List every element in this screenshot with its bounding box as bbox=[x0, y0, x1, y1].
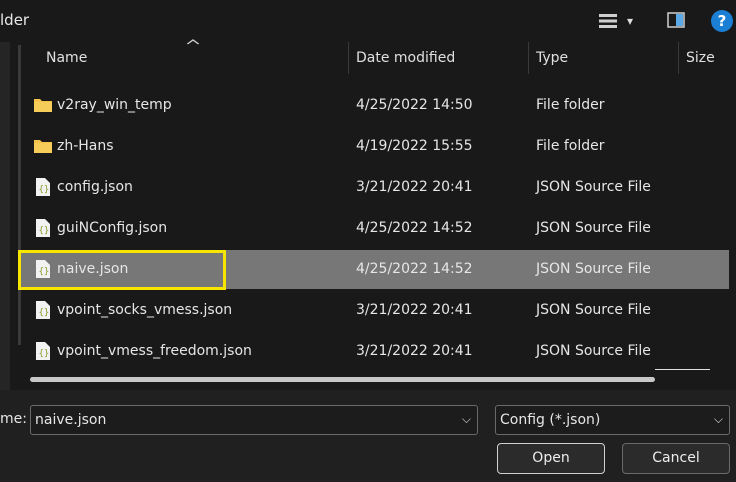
chevron-down-icon[interactable]: ⌵ bbox=[462, 412, 471, 427]
file-type: JSON Source File bbox=[536, 302, 651, 318]
file-row[interactable]: v2ray_win_temp 4/25/2022 14:50 File fold… bbox=[18, 86, 729, 125]
column-size[interactable]: Size bbox=[686, 50, 715, 66]
file-type: JSON Source File bbox=[536, 343, 651, 359]
file-name: config.json bbox=[57, 179, 133, 195]
column-divider[interactable] bbox=[348, 42, 349, 74]
file-name-label: me: bbox=[0, 411, 27, 427]
svg-text:{}: {} bbox=[39, 308, 50, 318]
json-file-icon: {} bbox=[36, 301, 50, 319]
file-date: 3/21/2022 20:41 bbox=[356, 302, 473, 318]
folder-icon bbox=[34, 140, 52, 153]
sort-ascending-icon bbox=[186, 39, 200, 45]
file-name: vpoint_vmess_freedom.json bbox=[57, 343, 252, 359]
navigation-pane-edge bbox=[0, 42, 10, 390]
file-row[interactable]: {} config.json 3/21/2022 20:41 JSON Sour… bbox=[18, 168, 729, 207]
chevron-down-icon[interactable]: ⌵ bbox=[714, 412, 723, 427]
column-date-modified[interactable]: Date modified bbox=[356, 50, 455, 66]
title-bar: lder ▾ ? bbox=[0, 0, 736, 42]
file-name: v2ray_win_temp bbox=[57, 97, 172, 113]
file-date: 4/25/2022 14:52 bbox=[356, 261, 473, 277]
file-type: File folder bbox=[536, 138, 605, 154]
view-options-icon[interactable] bbox=[598, 12, 618, 30]
svg-text:{}: {} bbox=[39, 226, 50, 236]
preview-pane-icon[interactable] bbox=[667, 12, 685, 28]
dialog-title: lder bbox=[0, 11, 30, 29]
folder-icon bbox=[34, 99, 52, 112]
file-row[interactable]: {} vpoint_socks_vmess.json 3/21/2022 20:… bbox=[18, 291, 729, 330]
file-type: JSON Source File bbox=[536, 261, 651, 277]
scrollbar-divider bbox=[655, 369, 710, 370]
file-type: File folder bbox=[536, 97, 605, 113]
column-divider[interactable] bbox=[678, 42, 679, 74]
file-type-select[interactable]: Config (*.json) ⌵ bbox=[495, 405, 730, 435]
file-name: guiNConfig.json bbox=[57, 220, 168, 236]
column-type[interactable]: Type bbox=[536, 50, 568, 66]
file-name-value: naive.json bbox=[35, 412, 107, 428]
column-header: Name Date modified Type Size bbox=[0, 42, 736, 74]
svg-text:{}: {} bbox=[39, 349, 50, 359]
file-date: 3/21/2022 20:41 bbox=[356, 343, 473, 359]
svg-text:{}: {} bbox=[39, 185, 50, 195]
file-type: JSON Source File bbox=[536, 179, 651, 195]
file-date: 3/21/2022 20:41 bbox=[356, 179, 473, 195]
file-name: vpoint_socks_vmess.json bbox=[57, 302, 233, 318]
cancel-button[interactable]: Cancel bbox=[622, 443, 730, 474]
file-row[interactable]: {} guiNConfig.json 4/25/2022 14:52 JSON … bbox=[18, 209, 729, 248]
json-file-icon: {} bbox=[36, 219, 50, 237]
file-type-value: Config (*.json) bbox=[500, 412, 601, 428]
file-date: 4/25/2022 14:50 bbox=[356, 97, 473, 113]
help-button[interactable]: ? bbox=[711, 10, 733, 32]
view-dropdown-chevron-icon[interactable]: ▾ bbox=[627, 14, 633, 28]
column-name[interactable]: Name bbox=[46, 50, 87, 66]
open-button[interactable]: Open bbox=[497, 443, 605, 474]
file-name: zh-Hans bbox=[57, 138, 114, 154]
column-divider[interactable] bbox=[528, 42, 529, 74]
file-type: JSON Source File bbox=[536, 220, 651, 236]
file-row[interactable]: zh-Hans 4/19/2022 15:55 File folder bbox=[18, 127, 729, 166]
file-date: 4/19/2022 15:55 bbox=[356, 138, 473, 154]
json-file-icon: {} bbox=[36, 178, 50, 196]
file-row[interactable]: {} vpoint_vmess_freedom.json 3/21/2022 2… bbox=[18, 332, 729, 371]
horizontal-scrollbar[interactable] bbox=[30, 377, 655, 382]
help-icon: ? bbox=[717, 12, 727, 30]
json-file-icon: {} bbox=[36, 342, 50, 360]
file-date: 4/25/2022 14:52 bbox=[356, 220, 473, 236]
highlight-box bbox=[18, 250, 226, 290]
file-name-input[interactable]: naive.json ⌵ bbox=[30, 405, 478, 435]
